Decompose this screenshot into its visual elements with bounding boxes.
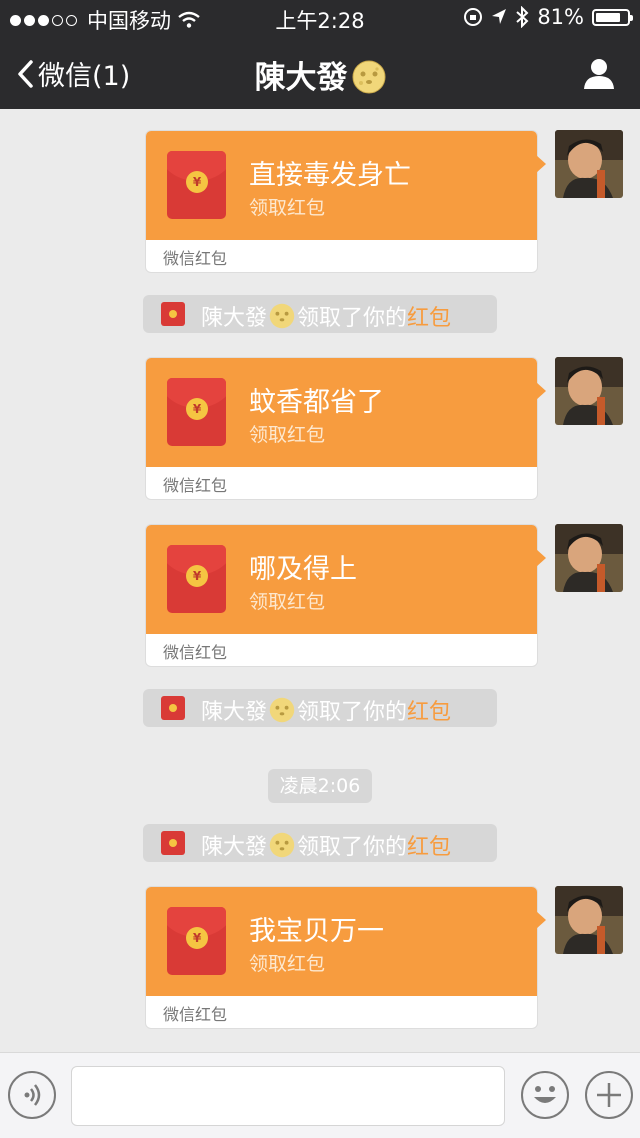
red-envelope-icon (161, 696, 185, 720)
nav-bar: 微信(1) 陳大發 (0, 36, 640, 109)
red-packet-title: 蚊香都省了 (249, 387, 384, 418)
smiley-icon (534, 1086, 556, 1103)
bluetooth-icon (516, 6, 529, 28)
red-packet-card[interactable]: ¥ 蚊香都省了 领取红包 微信红包 (145, 357, 538, 500)
carrier-label: 中国移动 (87, 9, 171, 33)
input-bar (0, 1052, 640, 1138)
red-packet-subtitle: 领取红包 (249, 197, 326, 219)
system-notice: 陳大發 领取了你的 红包 (143, 295, 497, 333)
emoji-button[interactable] (521, 1071, 569, 1119)
red-envelope-icon: ¥ (167, 545, 226, 613)
avatar[interactable] (555, 357, 623, 425)
moon-face-emoji-icon (269, 303, 295, 329)
person-icon[interactable] (582, 56, 616, 90)
moon-face-emoji-icon (269, 697, 295, 723)
chat-title: 陳大發 (0, 52, 640, 97)
red-packet-footer: 微信红包 (163, 643, 228, 662)
red-packet-subtitle: 领取红包 (249, 424, 326, 446)
rotation-lock-icon (464, 8, 483, 26)
red-envelope-icon (161, 302, 185, 326)
red-packet-subtitle: 领取红包 (249, 953, 326, 975)
red-packet-title: 哪及得上 (249, 554, 357, 585)
chat-area[interactable]: ¥ 直接毒发身亡 领取红包 微信红包 陳大發 领取了你的 红包 ¥ 蚊香都省了 … (0, 109, 640, 1052)
signal-dots-icon (10, 14, 77, 26)
moon-face-emoji-icon (352, 60, 385, 94)
avatar[interactable] (555, 886, 623, 954)
red-packet-subtitle: 领取红包 (249, 591, 326, 613)
wifi-icon (178, 11, 200, 28)
status-bar: 中国移动 上午2:28 81% (0, 0, 640, 36)
voice-button[interactable] (8, 1071, 56, 1119)
location-icon (492, 9, 507, 24)
red-packet-title: 我宝贝万一 (249, 916, 384, 947)
plus-icon (597, 1083, 621, 1107)
system-notice: 陳大發 领取了你的 红包 (143, 689, 497, 727)
red-packet-card[interactable]: ¥ 哪及得上 领取红包 微信红包 (145, 524, 538, 667)
avatar[interactable] (555, 524, 623, 592)
red-envelope-icon (161, 831, 185, 855)
red-packet-card[interactable]: ¥ 直接毒发身亡 领取红包 微信红包 (145, 130, 538, 273)
more-button[interactable] (585, 1071, 633, 1119)
battery-icon (592, 8, 633, 26)
red-packet-card[interactable]: ¥ 我宝贝万一 领取红包 微信红包 (145, 886, 538, 1029)
avatar[interactable] (555, 130, 623, 198)
red-envelope-icon: ¥ (167, 378, 226, 446)
message-input[interactable] (71, 1066, 505, 1126)
moon-face-emoji-icon (269, 832, 295, 858)
red-packet-footer: 微信红包 (163, 249, 228, 268)
red-envelope-icon: ¥ (167, 907, 226, 975)
red-packet-title: 直接毒发身亡 (249, 160, 411, 191)
timestamp-badge: 凌晨2:06 (268, 769, 372, 803)
red-envelope-icon: ¥ (167, 151, 226, 219)
red-packet-footer: 微信红包 (163, 1005, 228, 1024)
battery-percent: 81% (537, 5, 584, 29)
red-packet-footer: 微信红包 (163, 476, 228, 495)
voice-icon (24, 1084, 41, 1106)
system-notice: 陳大發 领取了你的 红包 (143, 824, 497, 862)
